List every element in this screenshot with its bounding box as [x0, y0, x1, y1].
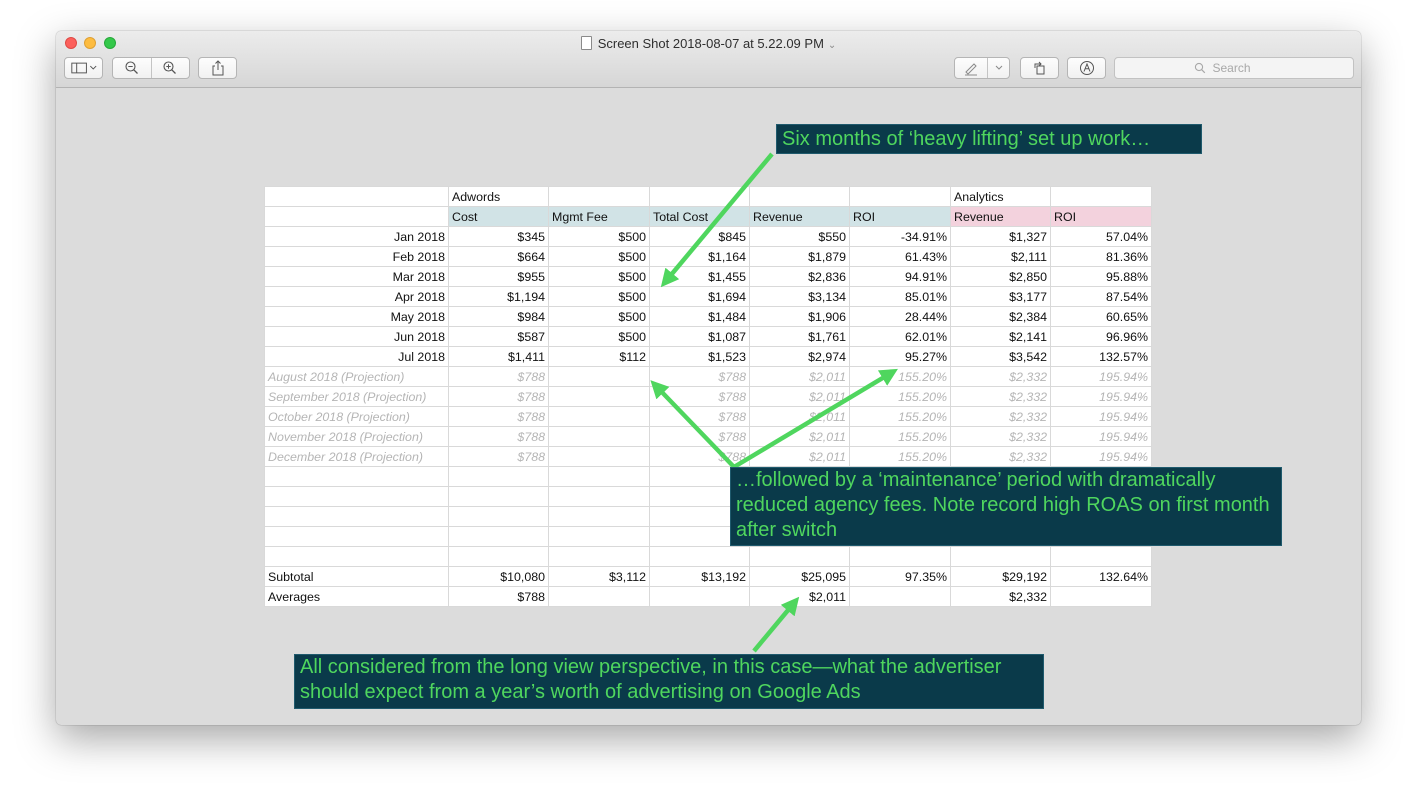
annotation-top: Six months of ‘heavy lifting’ set up wor…	[776, 124, 1202, 154]
annotation-middle: …followed by a ‘maintenance’ period with…	[730, 467, 1282, 546]
arrow-middle-left	[650, 380, 736, 469]
arrow-top	[660, 152, 774, 288]
arrow-middle-right	[732, 368, 898, 469]
annotation-bottom: All considered from the long view perspe…	[294, 654, 1044, 709]
preview-window: Screen Shot 2018-08-07 at 5.22.09 PM ⌄ S…	[56, 31, 1361, 725]
arrow-bottom	[752, 596, 800, 653]
